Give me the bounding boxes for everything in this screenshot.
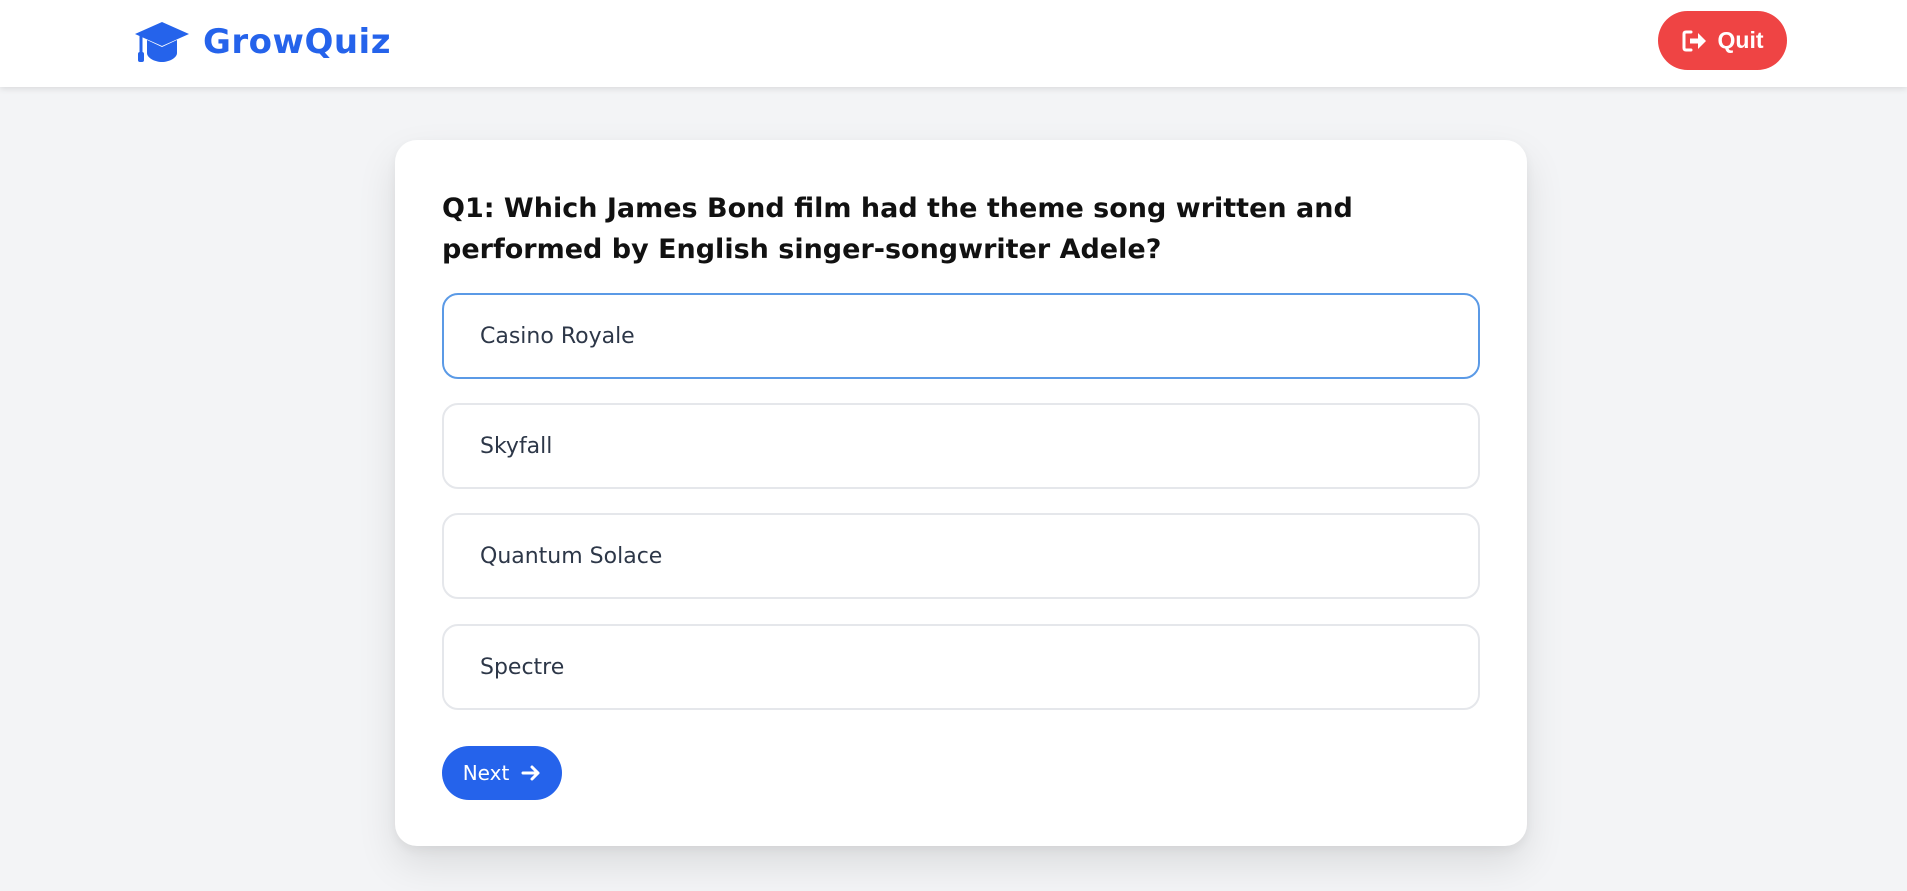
quit-label: Quit xyxy=(1717,27,1764,53)
brand-name: GrowQuiz xyxy=(203,22,391,62)
answer-option-label: Quantum Solace xyxy=(480,543,663,569)
next-button[interactable]: Next xyxy=(442,746,562,800)
answer-option-skyfall[interactable]: Skyfall xyxy=(442,403,1480,489)
answer-option-spectre[interactable]: Spectre xyxy=(442,624,1480,710)
question-text: Q1: Which James Bond film had the theme … xyxy=(442,193,1353,265)
answer-option-label: Skyfall xyxy=(480,433,553,459)
graduation-cap-icon xyxy=(135,22,189,62)
answer-option-label: Casino Royale xyxy=(480,323,635,349)
answer-option-quantum-solace[interactable]: Quantum Solace xyxy=(442,513,1480,599)
brand-logo-link[interactable]: GrowQuiz xyxy=(133,18,391,66)
answer-option-label: Spectre xyxy=(480,654,565,680)
top-navbar: GrowQuiz Quit xyxy=(0,0,1907,87)
quiz-card: Q1: Which James Bond film had the theme … xyxy=(395,140,1527,846)
next-label: Next xyxy=(462,761,510,785)
sign-out-icon xyxy=(1682,30,1706,51)
quit-button[interactable]: Quit xyxy=(1658,11,1787,70)
arrow-right-icon xyxy=(521,765,540,781)
answer-option-casino-royale[interactable]: Casino Royale xyxy=(442,293,1480,379)
